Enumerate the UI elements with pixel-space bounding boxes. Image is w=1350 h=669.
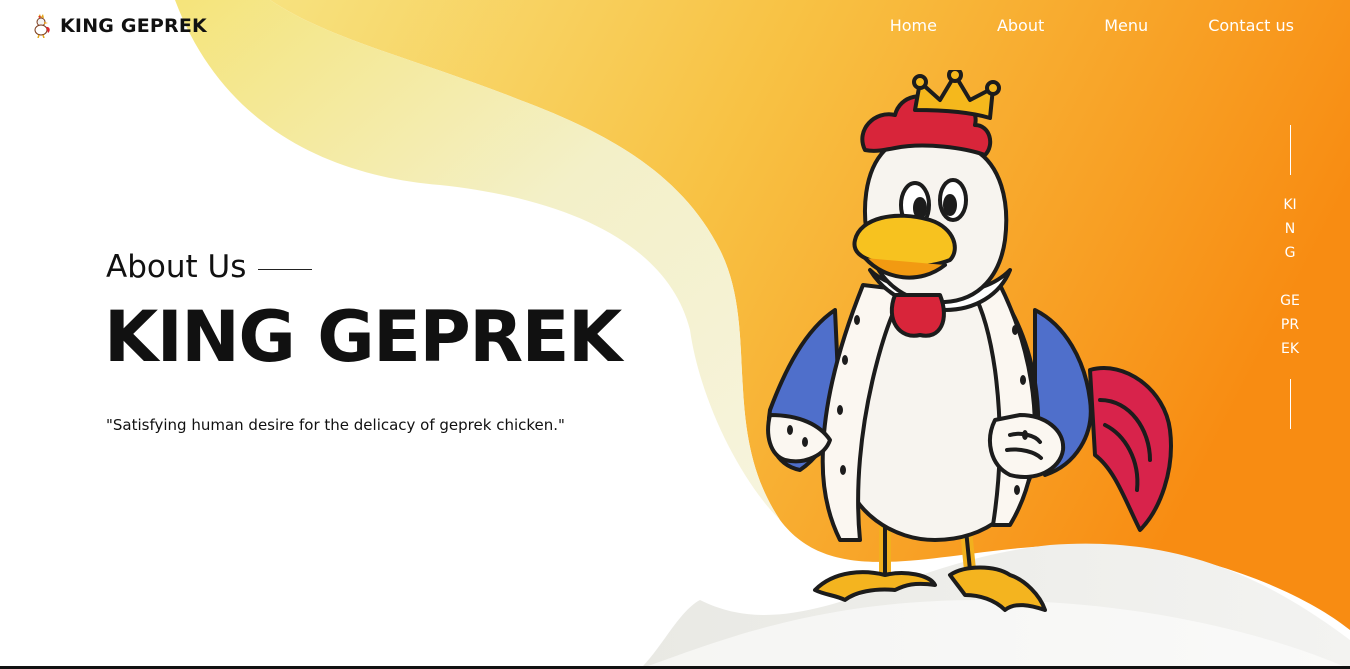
about-heading-row: About Us (106, 249, 313, 285)
vertical-brand-label: KING GEPREK (1280, 125, 1300, 525)
side-line-bottom (1289, 379, 1291, 429)
hero-title: KING GEPREK (104, 296, 622, 378)
about-subtitle: About Us (106, 249, 247, 285)
brand-name: KING GEPREK (60, 15, 207, 37)
crowned-rooster-mascot (766, 70, 1173, 612)
nav-menu[interactable]: Menu (1104, 16, 1148, 35)
nav-contact-us[interactable]: Contact us (1208, 16, 1294, 35)
nav-home[interactable]: Home (890, 16, 937, 35)
main-nav: Home About Menu Contact us (890, 16, 1294, 35)
rooster-logo-icon (34, 14, 50, 38)
brand[interactable]: KING GEPREK (30, 14, 207, 38)
heading-divider (258, 268, 313, 270)
side-label-text: KING GEPREK (1280, 197, 1300, 357)
side-line-top (1289, 125, 1291, 175)
nav-about[interactable]: About (997, 16, 1044, 35)
hero-tagline: "Satisfying human desire for the delicac… (106, 416, 565, 434)
